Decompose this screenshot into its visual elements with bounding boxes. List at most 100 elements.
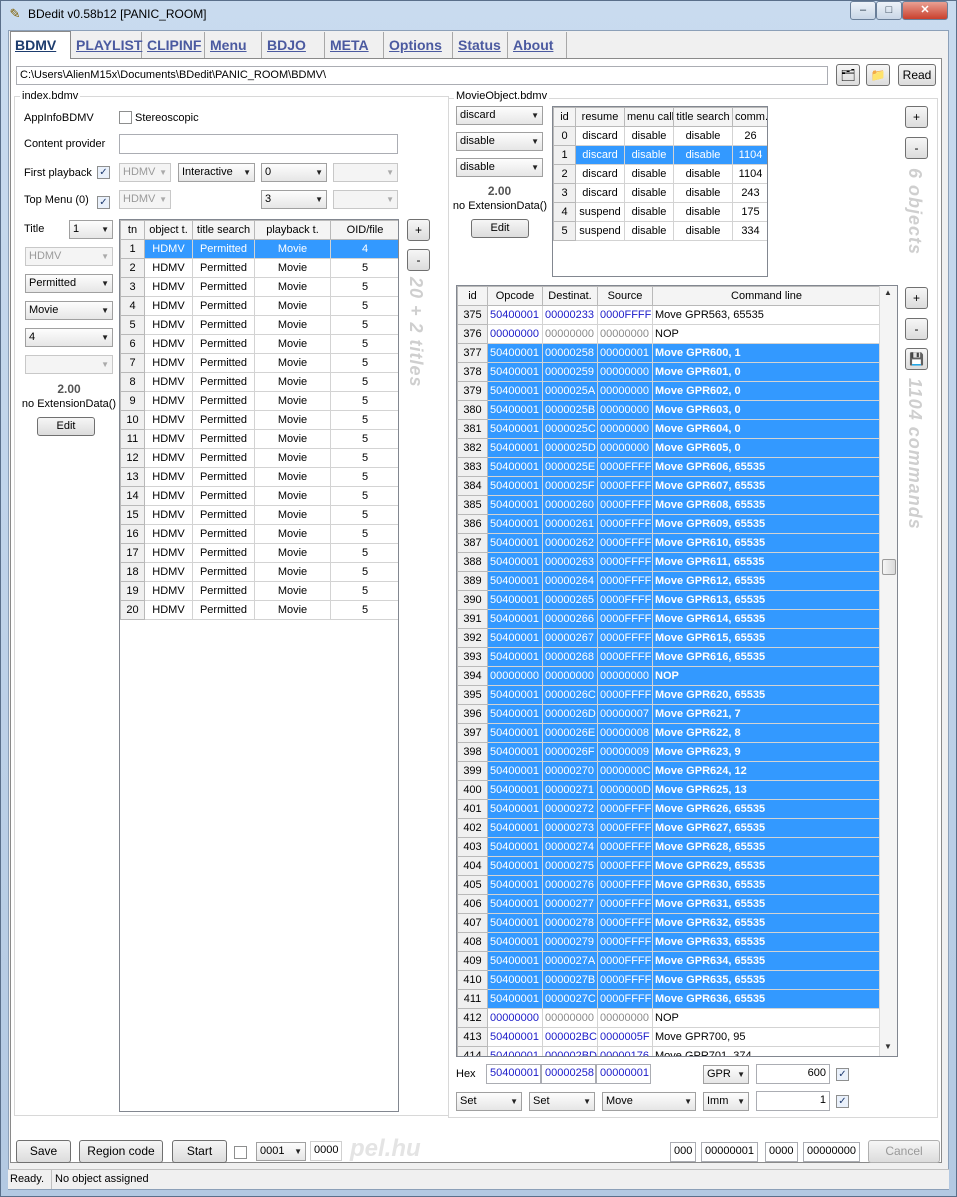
- command-line[interactable]: Move GPR563, 65535: [652, 305, 881, 325]
- command-id[interactable]: 387: [457, 533, 488, 553]
- command-source[interactable]: 00000000: [597, 666, 653, 686]
- title-object-type[interactable]: HDMV: [144, 410, 193, 430]
- title-search-mo-select[interactable]: disable: [456, 158, 543, 177]
- title-row[interactable]: 15 HDMV Permitted Movie 5: [120, 505, 398, 525]
- title-row[interactable]: 1 HDMV Permitted Movie 4: [120, 239, 398, 259]
- resume-select[interactable]: discard: [456, 106, 543, 125]
- command-id[interactable]: 379: [457, 381, 488, 401]
- title-oid-select[interactable]: 4: [25, 328, 113, 347]
- command-destination[interactable]: 00000258: [542, 343, 598, 363]
- command-destination[interactable]: 00000266: [542, 609, 598, 629]
- command-source[interactable]: 0000FFFF: [597, 457, 653, 477]
- command-destination[interactable]: 00000273: [542, 818, 598, 838]
- command-destination[interactable]: 00000277: [542, 894, 598, 914]
- title-tn[interactable]: 10: [120, 410, 145, 430]
- object-id[interactable]: 3: [553, 183, 576, 203]
- command-id[interactable]: 386: [457, 514, 488, 534]
- command-id[interactable]: 375: [457, 305, 488, 325]
- object-menu-call[interactable]: disable: [624, 164, 674, 184]
- title-oid-cell[interactable]: 5: [330, 562, 398, 582]
- command-add-button[interactable]: +: [905, 287, 928, 309]
- command-opcode[interactable]: 50400001: [487, 894, 543, 914]
- command-line[interactable]: Move GPR614, 65535: [652, 609, 881, 629]
- object-resume[interactable]: discard: [575, 183, 625, 203]
- scroll-thumb[interactable]: [882, 559, 896, 575]
- title-tn[interactable]: 9: [120, 391, 145, 411]
- title-row[interactable]: 10 HDMV Permitted Movie 5: [120, 410, 398, 430]
- command-destination[interactable]: 00000279: [542, 932, 598, 952]
- command-id[interactable]: 376: [457, 324, 488, 344]
- title-search-cell[interactable]: Permitted: [192, 543, 255, 563]
- dest-enabled-checkbox[interactable]: ✓: [836, 1068, 849, 1081]
- title-select[interactable]: 1: [69, 220, 113, 239]
- command-id[interactable]: 413: [457, 1027, 488, 1047]
- command-destination[interactable]: 00000272: [542, 799, 598, 819]
- command-remove-button[interactable]: -: [905, 318, 928, 340]
- command-line[interactable]: Move GPR628, 65535: [652, 837, 881, 857]
- tab-clipinf[interactable]: CLIPINF: [143, 32, 205, 58]
- command-opcode[interactable]: 50400001: [487, 438, 543, 458]
- title-search-cell[interactable]: Permitted: [192, 391, 255, 411]
- command-destination[interactable]: 0000027B: [542, 970, 598, 990]
- menu-call-select[interactable]: disable: [456, 132, 543, 151]
- command-destination[interactable]: 0000026D: [542, 704, 598, 724]
- command-line[interactable]: Move GPR630, 65535: [652, 875, 881, 895]
- col-comm[interactable]: comm.: [732, 107, 767, 127]
- col-cmd-id[interactable]: id: [457, 286, 488, 306]
- title-playback-cell[interactable]: Movie: [254, 600, 331, 620]
- command-source[interactable]: 00000007: [597, 704, 653, 724]
- command-row[interactable]: 404 50400001 00000275 0000FFFF Move GPR629, …: [457, 856, 881, 876]
- object-row[interactable]: 0 discard disable disable 26: [553, 126, 767, 146]
- title-search-cell[interactable]: Permitted: [192, 581, 255, 601]
- title-object-type[interactable]: HDMV: [144, 600, 193, 620]
- op-command-select[interactable]: Move: [602, 1092, 696, 1111]
- command-id[interactable]: 389: [457, 571, 488, 591]
- command-row[interactable]: 406 50400001 00000277 0000FFFF Move GPR631, …: [457, 894, 881, 914]
- command-destination[interactable]: 00000278: [542, 913, 598, 933]
- command-destination[interactable]: 00000261: [542, 514, 598, 534]
- command-source[interactable]: 0000FFFF: [597, 533, 653, 553]
- title-tn[interactable]: 13: [120, 467, 145, 487]
- title-tn[interactable]: 4: [120, 296, 145, 316]
- tab-about[interactable]: About: [509, 32, 567, 58]
- title-oid-cell[interactable]: 5: [330, 258, 398, 278]
- command-row[interactable]: 387 50400001 00000262 0000FFFF Move GPR610, …: [457, 533, 881, 553]
- command-source[interactable]: 0000FFFF: [597, 989, 653, 1009]
- title-oid-cell[interactable]: 5: [330, 505, 398, 525]
- command-source[interactable]: 0000FFFF: [597, 913, 653, 933]
- close-button[interactable]: ✕: [902, 1, 948, 20]
- hex-dest-input[interactable]: 00000258: [541, 1064, 596, 1084]
- command-source[interactable]: 0000FFFF: [597, 571, 653, 591]
- title-oid-cell[interactable]: 5: [330, 429, 398, 449]
- command-line[interactable]: NOP: [652, 324, 881, 344]
- title-playback-cell[interactable]: Movie: [254, 391, 331, 411]
- command-line[interactable]: Move GPR604, 0: [652, 419, 881, 439]
- command-destination[interactable]: 00000276: [542, 875, 598, 895]
- command-destination[interactable]: 000002BC: [542, 1027, 598, 1047]
- command-opcode[interactable]: 50400001: [487, 685, 543, 705]
- title-search-cell[interactable]: Permitted: [192, 562, 255, 582]
- title-row[interactable]: 17 HDMV Permitted Movie 5: [120, 543, 398, 563]
- command-opcode[interactable]: 50400001: [487, 1046, 543, 1056]
- title-tn[interactable]: 8: [120, 372, 145, 392]
- command-row[interactable]: 396 50400001 0000026D 00000007 Move GPR621, …: [457, 704, 881, 724]
- command-line[interactable]: Move GPR601, 0: [652, 362, 881, 382]
- command-line[interactable]: Move GPR608, 65535: [652, 495, 881, 515]
- title-object-type[interactable]: HDMV: [144, 486, 193, 506]
- object-comm[interactable]: 26: [732, 126, 767, 146]
- scroll-down-icon[interactable]: ▼: [884, 1042, 892, 1051]
- command-row[interactable]: 388 50400001 00000263 0000FFFF Move GPR611, …: [457, 552, 881, 572]
- title-playback-select[interactable]: Movie: [25, 301, 113, 320]
- command-destination[interactable]: 0000026E: [542, 723, 598, 743]
- object-title-search[interactable]: disable: [673, 164, 733, 184]
- command-destination[interactable]: 0000025E: [542, 457, 598, 477]
- top-menu-extra-select[interactable]: [333, 190, 398, 209]
- title-playback-cell[interactable]: Movie: [254, 429, 331, 449]
- command-destination[interactable]: 0000027A: [542, 951, 598, 971]
- command-opcode[interactable]: 50400001: [487, 742, 543, 762]
- scroll-up-icon[interactable]: ▲: [884, 288, 892, 297]
- command-source[interactable]: 0000FFFF: [597, 514, 653, 534]
- mo-edit-button[interactable]: Edit: [471, 219, 529, 238]
- command-line[interactable]: Move GPR631, 65535: [652, 894, 881, 914]
- stereoscopic-checkbox[interactable]: [119, 111, 132, 124]
